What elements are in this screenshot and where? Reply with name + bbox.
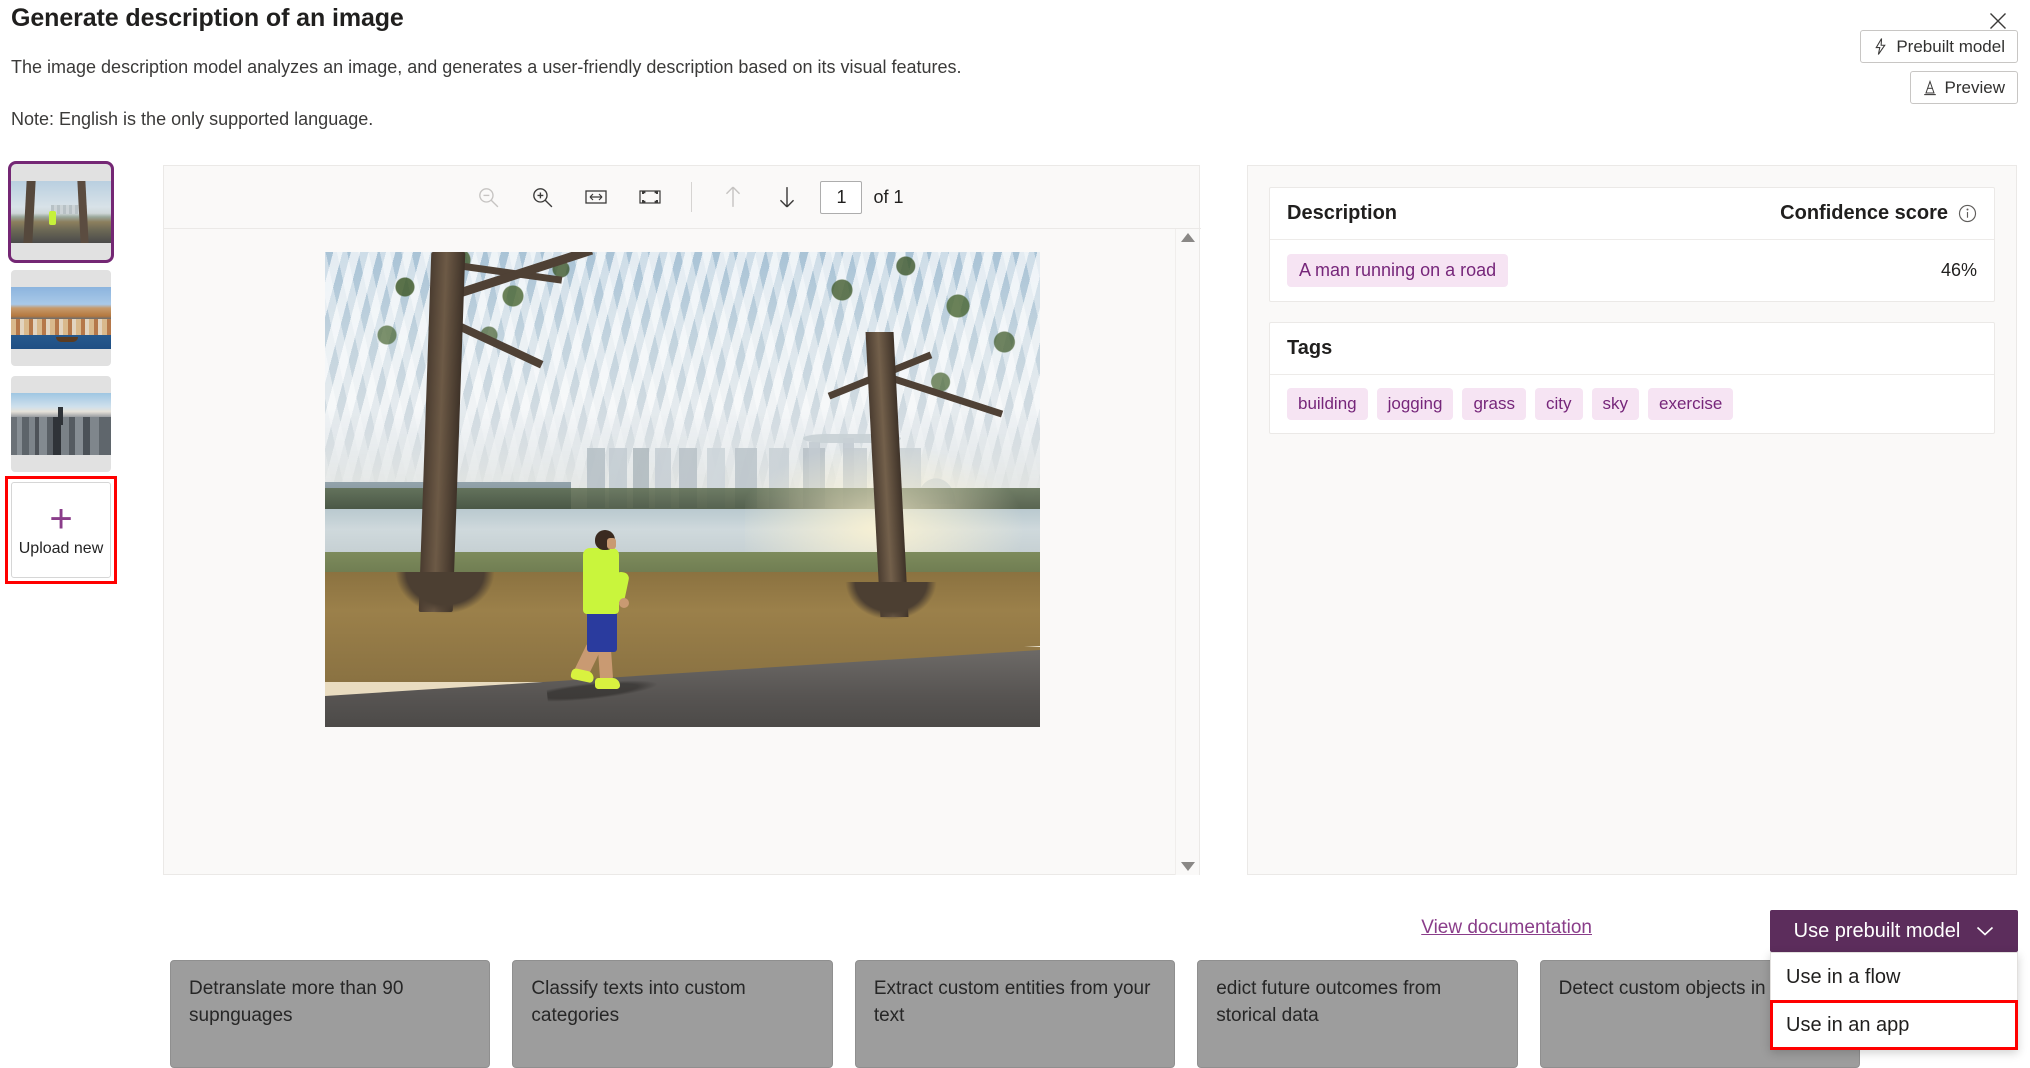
preview-image [325, 252, 1040, 727]
scroll-down-icon[interactable] [1181, 862, 1195, 871]
menu-item-use-in-an-app[interactable]: Use in an app [1771, 1001, 2017, 1049]
tag-item[interactable]: jogging [1377, 388, 1454, 420]
description-label: Description [1287, 202, 1397, 225]
background-card: edict future outcomes from storical data [1197, 960, 1517, 1068]
tag-item[interactable]: exercise [1648, 388, 1733, 420]
prebuilt-model-badge-label: Prebuilt model [1896, 37, 2005, 57]
chevron-down-icon [1976, 920, 1994, 943]
use-prebuilt-model-button[interactable]: Use prebuilt model [1770, 910, 2018, 952]
viewer-vertical-scrollbar[interactable] [1175, 229, 1199, 875]
dialog-footer: View documentation Use prebuilt model Us… [0, 900, 2030, 960]
thumbnail-skyline [51, 205, 87, 214]
background-card: Classify texts into custom categories [512, 960, 832, 1068]
page-title: Generate description of an image [11, 4, 404, 33]
tag-item[interactable]: city [1535, 388, 1583, 420]
background-card: Extract custom entities from your text [855, 960, 1175, 1068]
zoom-out-icon[interactable] [461, 174, 515, 220]
tag-item[interactable]: grass [1462, 388, 1526, 420]
photo-left-tree-base [395, 572, 495, 614]
traffic-cone-icon [1923, 80, 1937, 96]
plus-icon: + [49, 502, 72, 536]
page-total-label: of 1 [873, 187, 903, 208]
city-skyline-thumbnail[interactable] [11, 376, 111, 472]
image-canvas[interactable] [164, 229, 1201, 875]
tags-label: Tags [1287, 337, 1332, 360]
use-prebuilt-model-label: Use prebuilt model [1794, 920, 1961, 943]
results-panel: Description Confidence score A man runni… [1247, 165, 2017, 875]
menu-item-label: Use in an app [1786, 1014, 1909, 1037]
zoom-in-icon[interactable] [515, 174, 569, 220]
thumbnail-boat [56, 337, 78, 342]
photo-runner-face [607, 538, 616, 549]
tags-card: Tags building jogging grass city sky exe… [1269, 322, 1995, 434]
thumbnail-image [11, 287, 111, 349]
photo-runner-hand [619, 598, 629, 608]
thumbnail-image [11, 181, 111, 243]
thumbnail-spire [58, 407, 63, 425]
generate-description-dialog: Generate description of an image The ima… [0, 0, 2030, 940]
fit-width-icon[interactable] [569, 174, 623, 220]
background-card: Detranslate more than 90 supnguages [170, 960, 490, 1068]
language-note: Note: English is the only supported lang… [11, 109, 373, 130]
fit-page-icon[interactable] [623, 174, 677, 220]
prebuilt-model-badge[interactable]: Prebuilt model [1860, 30, 2018, 63]
photo-right-tree-base [845, 582, 937, 620]
arrow-up-icon[interactable] [706, 174, 760, 220]
upload-new-label: Upload new [19, 540, 104, 558]
confidence-score-label: Confidence score [1780, 202, 1948, 225]
thumbnail-rail: + Upload new [11, 164, 127, 724]
runner-on-road-thumbnail[interactable] [11, 164, 111, 260]
thumbnail-image [11, 393, 111, 455]
page-number-input[interactable] [820, 181, 862, 214]
lightning-bolt-icon [1873, 38, 1888, 55]
tag-item[interactable]: sky [1592, 388, 1640, 420]
image-viewer-panel: of 1 [163, 165, 1200, 875]
description-card-header: Description Confidence score [1270, 188, 1994, 240]
description-confidence-score: 46% [1941, 260, 1977, 281]
photo-runner-front-shoe [595, 678, 620, 689]
use-prebuilt-model-menu: Use in a flow Use in an app [1770, 952, 2018, 1050]
description-card-body: A man running on a road 46% [1270, 240, 1994, 301]
menu-item-use-in-a-flow[interactable]: Use in a flow [1771, 953, 2017, 1001]
menu-item-label: Use in a flow [1786, 966, 1901, 989]
preview-badge[interactable]: Preview [1910, 71, 2018, 104]
arrow-down-icon[interactable] [760, 174, 814, 220]
toolbar-divider [691, 182, 692, 212]
scroll-up-icon[interactable] [1181, 233, 1195, 242]
thumbnail-runner [49, 211, 56, 225]
view-documentation-link[interactable]: View documentation [1421, 917, 1592, 939]
viewer-toolbar: of 1 [164, 166, 1201, 229]
upload-new-button[interactable]: + Upload new [11, 482, 111, 578]
description-value: A man running on a road [1287, 254, 1508, 287]
background-card-strip: Detranslate more than 90 supnguages Clas… [0, 960, 2030, 1068]
tags-list: building jogging grass city sky exercise [1270, 375, 1994, 433]
description-card: Description Confidence score A man runni… [1269, 187, 1995, 302]
tags-card-header: Tags [1270, 323, 1994, 375]
photo-runner [575, 530, 631, 666]
photo-runner-shorts [587, 610, 617, 652]
tag-item[interactable]: building [1287, 388, 1368, 420]
waterfront-town-thumbnail[interactable] [11, 270, 111, 366]
dialog-subtitle: The image description model analyzes an … [11, 57, 962, 78]
preview-badge-label: Preview [1945, 78, 2005, 98]
info-icon[interactable] [1958, 204, 1977, 223]
